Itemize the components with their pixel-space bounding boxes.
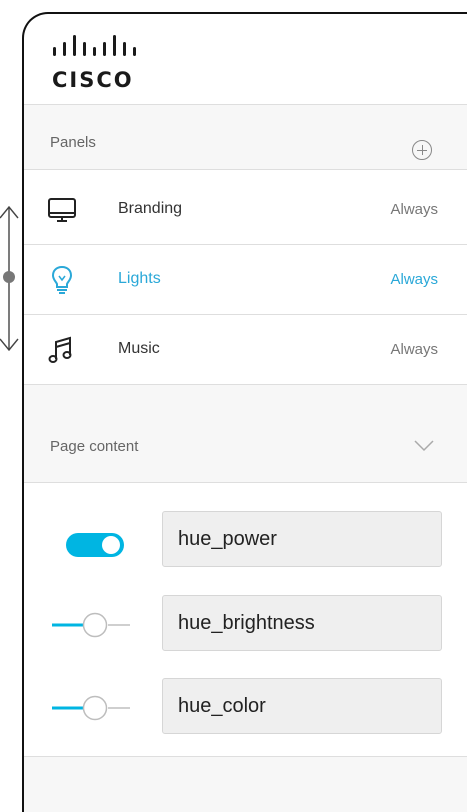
panel-label: Lights (118, 270, 161, 287)
widget-id-field[interactable]: hue_power (162, 511, 442, 567)
add-panel-button[interactable] (412, 140, 432, 160)
panel-row-music[interactable]: Music Always (24, 316, 467, 384)
vertical-resize-handle[interactable] (0, 205, 20, 355)
divider (24, 482, 467, 483)
cisco-bars-icon (53, 35, 136, 56)
side-panel: CISCO Panels Branding Always Lights Alwa… (22, 12, 467, 812)
panel-row-lights[interactable]: Lights Always (24, 246, 467, 314)
slider-control[interactable] (50, 605, 130, 645)
panel-status: Always (390, 341, 438, 358)
monitor-icon (48, 198, 76, 222)
chevron-down-icon[interactable] (414, 440, 434, 452)
panel-row-branding[interactable]: Branding Always (24, 176, 467, 244)
toggle-switch[interactable] (50, 522, 130, 562)
widget-id-field[interactable]: hue_color (162, 678, 442, 734)
panel-label: Music (118, 340, 160, 357)
cisco-logo: CISCO (52, 32, 172, 102)
music-note-icon (48, 336, 72, 363)
cisco-wordmark: CISCO (52, 68, 134, 92)
light-bulb-icon (51, 265, 73, 294)
panel-status: Always (390, 271, 438, 288)
widget-id-field[interactable]: hue_brightness (162, 595, 442, 651)
page-content-header[interactable] (24, 385, 467, 482)
panel-label: Branding (118, 200, 183, 217)
divider (24, 314, 467, 315)
panels-title: Panels (50, 134, 96, 151)
slider-control[interactable] (50, 688, 130, 728)
next-section (24, 757, 467, 812)
page-content-title: Page content (50, 438, 139, 455)
resize-grip-dot (3, 271, 15, 283)
divider (24, 244, 467, 245)
panel-status: Always (390, 201, 438, 218)
divider (24, 169, 467, 170)
